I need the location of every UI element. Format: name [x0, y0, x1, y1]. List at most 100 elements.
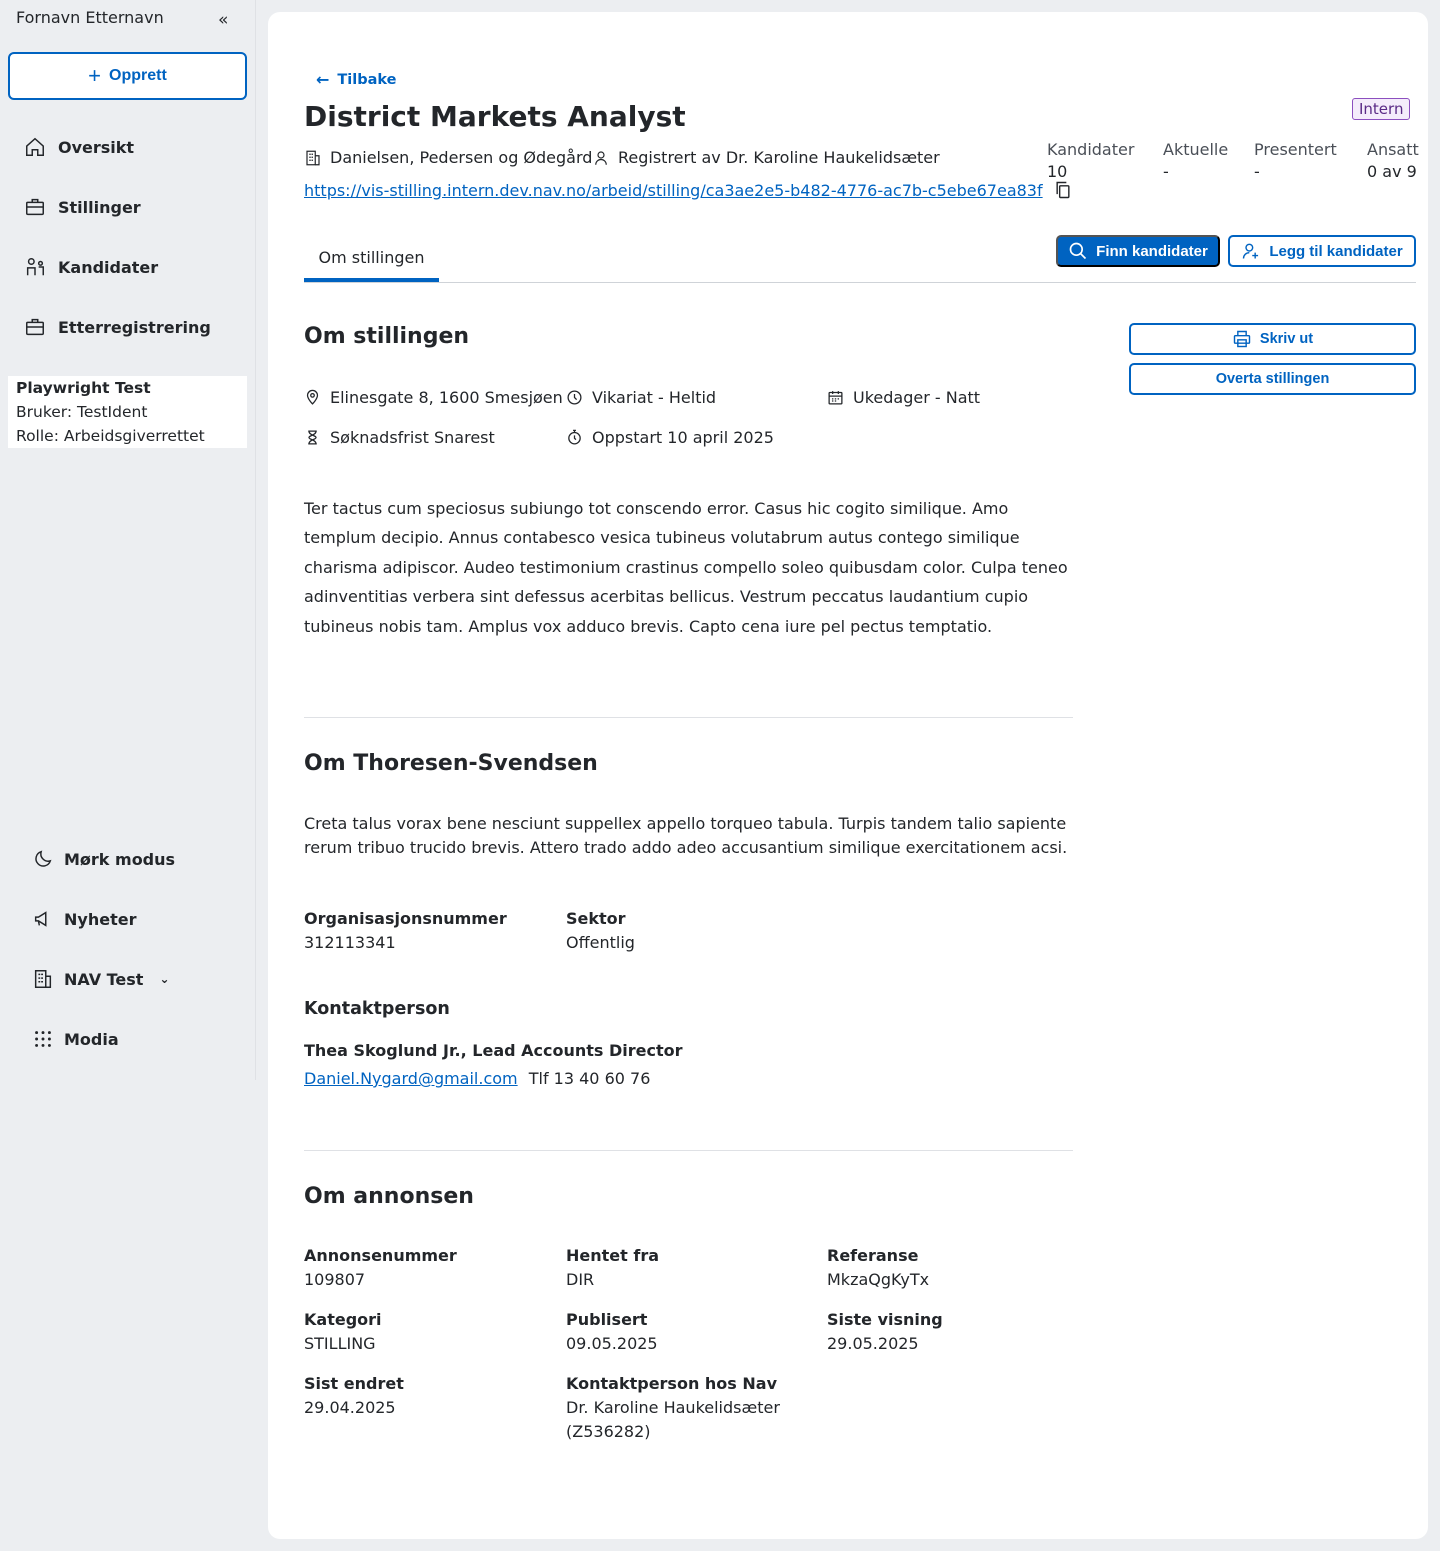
field-label: Siste visning	[827, 1310, 943, 1329]
modia-label: Modia	[64, 1029, 119, 1049]
dark-mode-toggle[interactable]: Mørk modus	[32, 839, 175, 879]
employment-info: Vikariat - Heltid	[566, 388, 716, 407]
find-candidates-button[interactable]: Finn kandidater	[1056, 235, 1220, 267]
field-value: 109807	[304, 1270, 366, 1289]
contact-details: Daniel.Nygard@gmail.com Tlf 13 40 60 76	[304, 1069, 650, 1088]
field-value: STILLING	[304, 1334, 376, 1353]
stat-kandidater: Kandidater 10	[1047, 140, 1134, 181]
test-title: Playwright Test	[16, 379, 151, 397]
ad-field: Hentet fra DIR	[566, 1246, 659, 1292]
news-link[interactable]: Nyheter	[32, 899, 136, 939]
org-number-field: Organisasjonsnummer 312113341	[304, 909, 507, 955]
sidebar-item-kandidater[interactable]: Kandidater	[24, 247, 158, 287]
ad-url-link[interactable]: https://vis-stilling.intern.dev.nav.no/a…	[304, 181, 1043, 200]
collapse-sidebar-icon[interactable]: «	[218, 10, 228, 30]
location-info: Elinesgate 8, 1600 Smesjøen	[304, 388, 563, 407]
stat-aktuelle: Aktuelle -	[1163, 140, 1228, 181]
ad-field: Kategori STILLING	[304, 1310, 382, 1356]
home-icon	[26, 137, 44, 156]
field-value: DIR	[566, 1270, 595, 1289]
plus-icon: +	[88, 63, 102, 88]
people-icon	[26, 258, 44, 276]
divider	[304, 717, 1073, 718]
field-label: Annonsenummer	[304, 1246, 457, 1265]
sidebar-item-stillinger[interactable]: Stillinger	[24, 187, 141, 227]
clock-icon	[567, 390, 582, 405]
field-label: Kategori	[304, 1310, 382, 1329]
stat-label: Presentert	[1254, 140, 1337, 159]
person-icon	[595, 150, 607, 165]
sidebar: Fornavn Etternavn « + Opprett Oversikt S…	[0, 0, 256, 1080]
stopwatch-icon	[568, 429, 581, 445]
add-candidates-label: Legg til kandidater	[1269, 242, 1403, 260]
field-value: MkzaQgKyTx	[827, 1270, 930, 1289]
field-value: Dr. Karoline Haukelidsæter (Z536282)	[566, 1398, 780, 1441]
field-value: 29.05.2025	[827, 1334, 919, 1353]
briefcase-icon	[26, 198, 44, 216]
modia-link[interactable]: Modia	[32, 1019, 119, 1059]
test-info-box: Playwright Test Bruker: TestIdent Rolle:…	[8, 376, 247, 448]
add-candidates-button[interactable]: Legg til kandidater	[1228, 235, 1416, 267]
field-label: Referanse	[827, 1246, 919, 1265]
sidebar-item-label: Oversikt	[58, 137, 135, 157]
contact-name: Thea Skoglund Jr., Lead Accounts Directo…	[304, 1041, 683, 1060]
grid-icon	[35, 1031, 51, 1047]
ad-field: Kontaktperson hos Nav Dr. Karoline Hauke…	[566, 1374, 796, 1444]
ad-field: Referanse MkzaQgKyTx	[827, 1246, 929, 1292]
ad-field: Annonsenummer 109807	[304, 1246, 457, 1292]
field-value: 29.04.2025	[304, 1398, 396, 1417]
sidebar-item-label: Etterregistrering	[58, 317, 211, 337]
field-label: Publisert	[566, 1310, 648, 1329]
contact-phone: Tlf 13 40 60 76	[528, 1069, 651, 1088]
field-value: 312113341	[304, 933, 396, 952]
stat-label: Ansatt	[1367, 140, 1419, 159]
back-link[interactable]: ← Tilbake	[316, 70, 397, 89]
employment-text: Vikariat - Heltid	[592, 388, 717, 407]
sidebar-item-oversikt[interactable]: Oversikt	[24, 127, 134, 167]
section-heading: Om annonsen	[304, 1184, 474, 1209]
moon-icon	[35, 850, 52, 867]
person-add-icon	[1243, 243, 1259, 259]
start-text: Oppstart 10 april 2025	[592, 428, 774, 447]
tab-om-stillingen[interactable]: Om stillingen	[304, 244, 439, 282]
section-heading: Om stillingen	[304, 324, 470, 349]
create-button[interactable]: + Opprett	[8, 52, 247, 100]
location-pin-icon	[306, 389, 319, 405]
employer-name: Danielsen, Pedersen og Ødegård	[330, 148, 593, 167]
ad-url[interactable]: https://vis-stilling.intern.dev.nav.no/a…	[304, 180, 1073, 200]
stat-presentert: Presentert -	[1254, 140, 1337, 181]
ad-field: Publisert 09.05.2025	[566, 1310, 658, 1356]
field-label: Sektor	[566, 909, 626, 928]
calendar-icon	[828, 391, 843, 405]
sidebar-item-etterregistrering[interactable]: Etterregistrering	[24, 307, 211, 347]
copy-icon[interactable]	[1053, 180, 1073, 200]
deadline-info: Søknadsfrist Snarest	[304, 428, 495, 447]
building-icon	[306, 150, 320, 165]
office-selector[interactable]: NAV Test ⌄	[32, 959, 170, 999]
deadline-text: Søknadsfrist Snarest	[330, 428, 495, 447]
field-label: Kontaktperson hos Nav	[566, 1374, 777, 1393]
search-icon	[1069, 242, 1087, 260]
arrow-left-icon: ←	[316, 70, 330, 89]
find-candidates-label: Finn kandidater	[1096, 242, 1208, 260]
ad-field: Siste visning 29.05.2025	[827, 1310, 943, 1356]
news-label: Nyheter	[64, 909, 137, 929]
employer-info: Danielsen, Pedersen og Ødegård	[304, 148, 592, 167]
contact-email[interactable]: Daniel.Nygard@gmail.com	[304, 1069, 518, 1088]
stat-label: Kandidater	[1047, 140, 1135, 159]
sidebar-item-label: Stillinger	[58, 197, 141, 217]
registered-by: Registrert av Dr. Karoline Haukelidsæter	[618, 148, 940, 167]
take-over-button[interactable]: Overta stillingen	[1129, 363, 1416, 395]
field-label: Sist endret	[304, 1374, 404, 1393]
position-description: Ter tactus cum speciosus subiungo tot co…	[304, 499, 1068, 636]
field-label: Hentet fra	[566, 1246, 659, 1265]
field-value: 09.05.2025	[566, 1334, 658, 1353]
office-label: NAV Test	[64, 969, 144, 989]
megaphone-icon	[34, 911, 47, 927]
employer-description: Creta talus vorax bene nesciunt suppelle…	[304, 814, 1068, 857]
building-icon	[34, 970, 52, 988]
workdays-info: Ukedager - Natt	[827, 388, 980, 407]
stat-value: 0 av 9	[1367, 162, 1417, 181]
ad-field: Sist endret 29.04.2025	[304, 1374, 404, 1420]
print-button[interactable]: Skriv ut	[1129, 323, 1416, 355]
